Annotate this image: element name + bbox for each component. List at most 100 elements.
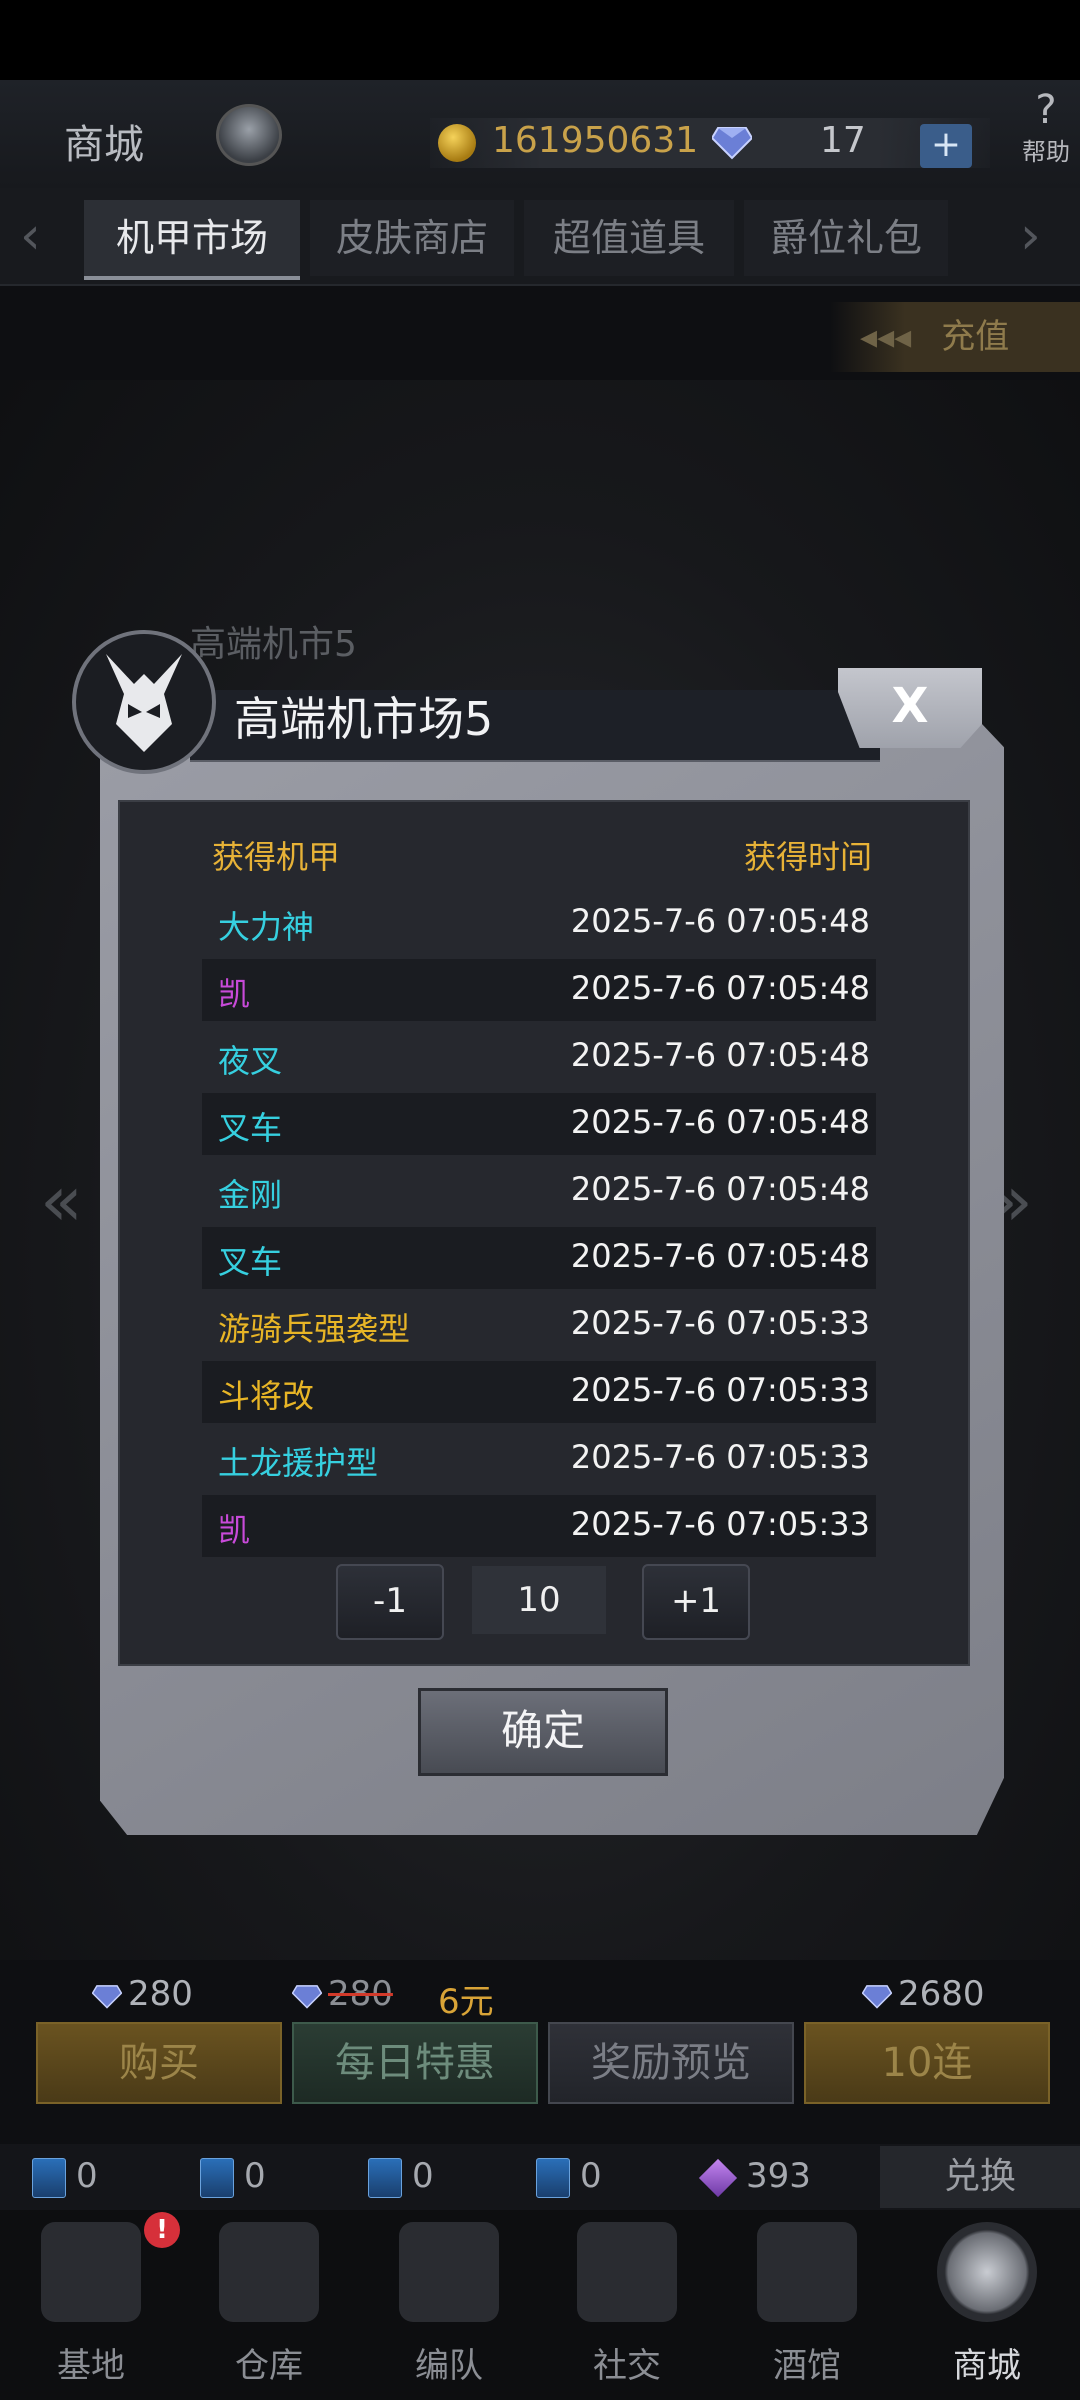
nav-label: 商城 [953, 2346, 1021, 2386]
nav-social[interactable]: 社交 [562, 2222, 692, 2392]
card-count-3: 0 [368, 2156, 434, 2198]
coin-icon [438, 124, 476, 162]
obtain-time: 2025-7-6 07:05:33 [570, 1304, 870, 1342]
nav-label: 仓库 [235, 2346, 303, 2386]
reward-preview-button[interactable]: 奖励预览 [548, 2022, 794, 2104]
original-price-value: 280 [328, 1974, 393, 2014]
card-count-value: 0 [244, 2156, 266, 2196]
mech-name: 游骑兵强袭型 [218, 1310, 411, 1348]
nav-base[interactable]: 基地 [26, 2222, 156, 2392]
mech-name: 叉车 [218, 1109, 283, 1147]
tab-value-items[interactable]: 超值道具 [524, 200, 734, 276]
exchange-button[interactable]: 兑换 [880, 2146, 1080, 2208]
daily-deal-button[interactable]: 每日特惠 [292, 2022, 538, 2104]
triple-chevron-icon: ◂◂◂ [860, 317, 912, 357]
prev-mech-arrow-icon[interactable]: « [40, 1160, 83, 1242]
chevron-left-icon[interactable]: ‹ [20, 206, 41, 266]
discount-price: 6元 [438, 1982, 494, 2022]
list-item: 叉车 2025-7-6 07:05:48 [202, 1093, 876, 1155]
list-item: 凯 2025-7-6 07:05:48 [202, 959, 876, 1021]
tab-skin-shop[interactable]: 皮肤商店 [310, 200, 514, 276]
column-header-mech: 获得机甲 [212, 838, 341, 876]
card-count-4: 0 [536, 2156, 602, 2198]
nav-label: 酒馆 [773, 2346, 841, 2386]
list-item: 游骑兵强袭型 2025-7-6 07:05:33 [202, 1294, 876, 1356]
mech-name: 凯 [218, 975, 251, 1013]
price-ten: 2680 [862, 1974, 985, 2014]
page-quantity-field[interactable]: 10 [472, 1566, 606, 1634]
card-icon [32, 2157, 66, 2198]
mech-name: 斗将改 [218, 1377, 315, 1415]
decrement-button[interactable]: -1 [336, 1564, 444, 1640]
mech-emblem-icon [72, 630, 216, 774]
list-item: 斗将改 2025-7-6 07:05:33 [202, 1361, 876, 1423]
recharge-label: 充值 [941, 317, 1010, 357]
obtain-time: 2025-7-6 07:05:48 [570, 902, 870, 940]
coin-count: 161950631 [492, 120, 699, 161]
tab-mech-market[interactable]: 机甲市场 [84, 200, 300, 280]
handshake-icon [577, 2222, 677, 2322]
chevron-right-icon[interactable]: › [1020, 206, 1041, 266]
original-price: 280 [292, 1974, 393, 2014]
tab-rank-packs[interactable]: 爵位礼包 [744, 200, 948, 276]
card-count-1: 0 [32, 2156, 98, 2198]
mech-name: 土龙援护型 [218, 1444, 379, 1482]
increment-button[interactable]: +1 [642, 1564, 750, 1640]
obtain-time: 2025-7-6 07:05:48 [570, 1237, 870, 1275]
mech-name: 叉车 [218, 1243, 283, 1281]
helmet-icon [399, 2222, 499, 2322]
obtain-time: 2025-7-6 07:05:33 [570, 1505, 870, 1543]
add-diamond-button[interactable]: + [920, 124, 972, 168]
list-item: 叉车 2025-7-6 07:05:48 [202, 1227, 876, 1289]
card-count-2: 0 [200, 2156, 266, 2198]
close-button[interactable]: X [838, 668, 982, 748]
diamond-icon [862, 1984, 892, 2009]
card-icon [200, 2157, 234, 2198]
mech-name: 大力神 [218, 908, 315, 946]
mug-icon [757, 2222, 857, 2322]
nav-tavern[interactable]: 酒馆 [742, 2222, 872, 2392]
mech-name: 金刚 [218, 1176, 283, 1214]
obtain-time: 2025-7-6 07:05:48 [570, 1170, 870, 1208]
nav-shop[interactable]: 商城 [922, 2222, 1052, 2392]
diamond-icon [712, 127, 752, 160]
obtain-time: 2025-7-6 07:05:48 [570, 1103, 870, 1141]
avatar[interactable] [216, 104, 282, 166]
nav-label: 编队 [415, 2346, 483, 2386]
nav-label: 基地 [57, 2346, 125, 2386]
card-count-value: 0 [580, 2156, 602, 2196]
column-header-time: 获得时间 [744, 838, 873, 876]
status-bar [0, 0, 1080, 80]
card-icon [536, 2157, 570, 2198]
recharge-button[interactable]: ◂◂◂ 充值 [830, 302, 1080, 372]
diamond-count: 17 [820, 120, 866, 161]
nav-warehouse[interactable]: 仓库 [204, 2222, 334, 2392]
robot-eye-icon [937, 2222, 1037, 2322]
list-item: 大力神 2025-7-6 07:05:48 [202, 892, 876, 954]
list-item: 金刚 2025-7-6 07:05:48 [202, 1160, 876, 1222]
buy-button[interactable]: 购买 [36, 2022, 282, 2104]
obtain-time: 2025-7-6 07:05:33 [570, 1371, 870, 1409]
modal-title: 高端机市场5 [234, 692, 494, 746]
obtain-time: 2025-7-6 07:05:48 [570, 1036, 870, 1074]
help-button[interactable]: ? 帮助 [1016, 88, 1076, 168]
list-item: 土龙援护型 2025-7-6 07:05:33 [202, 1428, 876, 1490]
nav-label: 社交 [593, 2346, 661, 2386]
price-single-value: 280 [128, 1974, 193, 2014]
price-single: 280 [92, 1974, 193, 2014]
obtain-time: 2025-7-6 07:05:33 [570, 1438, 870, 1476]
list-item: 夜叉 2025-7-6 07:05:48 [202, 1026, 876, 1088]
mech-name: 凯 [218, 1511, 251, 1549]
price-ten-value: 2680 [898, 1974, 985, 2014]
crystal-count: 393 [698, 2156, 811, 2197]
obtain-time: 2025-7-6 07:05:48 [570, 969, 870, 1007]
ten-draw-button[interactable]: 10连 [804, 2022, 1050, 2104]
card-count-value: 0 [76, 2156, 98, 2196]
background-banner: 高端机市5 [190, 624, 357, 665]
star-wings-icon [41, 2222, 141, 2322]
card-icon [368, 2157, 402, 2198]
confirm-button[interactable]: 确定 [418, 1688, 668, 1776]
mech-name: 夜叉 [218, 1042, 283, 1080]
nav-formation[interactable]: 编队 [384, 2222, 514, 2392]
notification-badge: ! [144, 2212, 180, 2248]
